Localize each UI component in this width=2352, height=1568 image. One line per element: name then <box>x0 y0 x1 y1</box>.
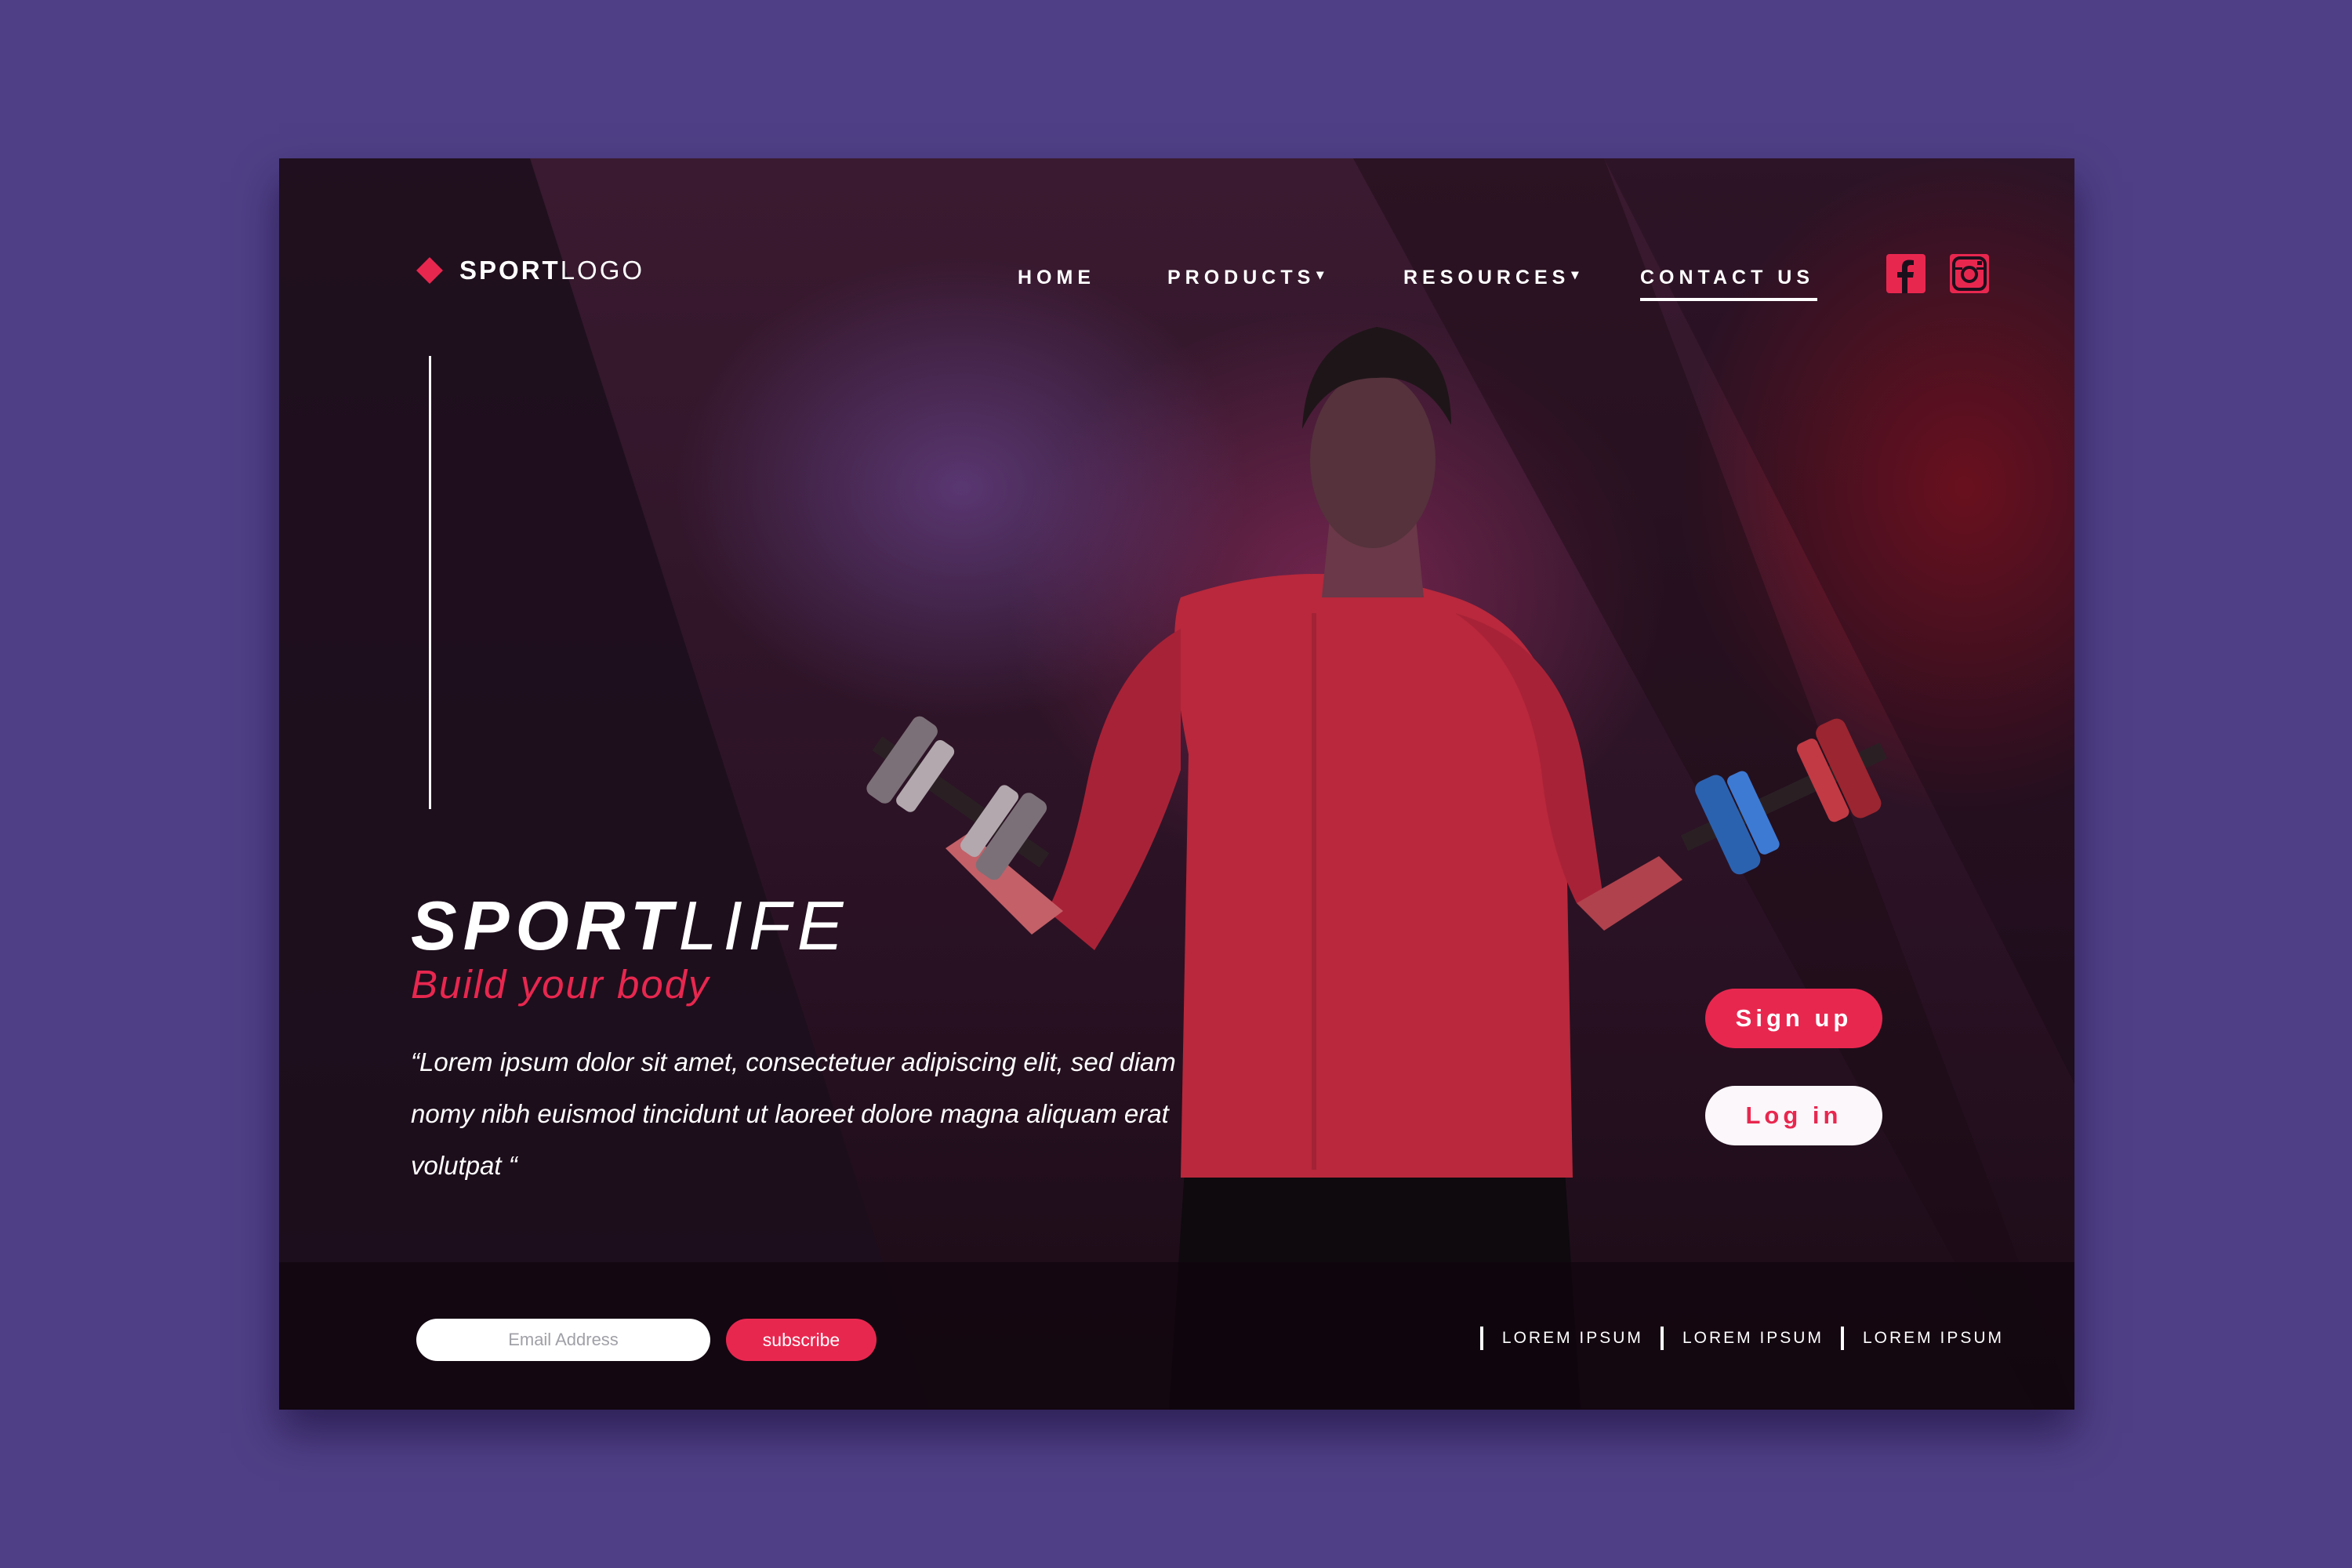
email-input[interactable] <box>416 1319 710 1361</box>
footer-link-divider <box>1840 1327 1844 1350</box>
caret-down-icon: ▾ <box>1316 267 1324 282</box>
footer-link-label: LOREM IPSUM <box>1682 1329 1824 1347</box>
main-navigation: HOME PRODUCTS ▾ RESOURCES ▾ CONTACT US <box>279 267 2074 314</box>
footer: subscribe LOREM IPSUM LOREM IPSUM LOREM … <box>279 1262 2074 1410</box>
footer-links: LOREM IPSUM LOREM IPSUM LOREM IPSUM <box>1463 1327 2004 1350</box>
nav-contact-label: CONTACT US <box>1640 267 1815 289</box>
hero-subtitle: Build your body <box>411 962 710 1007</box>
nav-home[interactable]: HOME <box>1018 267 1095 289</box>
log-in-button[interactable]: Log in <box>1705 1086 1882 1145</box>
subscribe-button[interactable]: subscribe <box>726 1319 877 1361</box>
nav-products[interactable]: PRODUCTS ▾ <box>1167 267 1323 289</box>
athlete-figure <box>866 327 1887 1410</box>
nav-contact-us[interactable]: CONTACT US <box>1640 267 1814 289</box>
decorative-vertical-line <box>429 356 431 809</box>
landing-page: SPORTLOGO HOME PRODUCTS ▾ RESOURCES ▾ CONT… <box>279 158 2074 1410</box>
footer-link[interactable]: LOREM IPSUM <box>1479 1327 1643 1350</box>
hero-quote: “Lorem ipsum dolor sit amet, consectetue… <box>411 1047 1176 1180</box>
hero-title-bold: SPORT <box>411 887 679 964</box>
nav-products-label: PRODUCTS <box>1167 267 1316 289</box>
active-nav-underline <box>1640 298 1817 301</box>
footer-link-divider <box>1479 1327 1483 1350</box>
footer-link-label: LOREM IPSUM <box>1862 1329 2004 1347</box>
sign-up-button[interactable]: Sign up <box>1705 989 1882 1048</box>
nav-resources-label: RESOURCES <box>1403 267 1570 289</box>
instagram-icon[interactable] <box>1950 254 1989 293</box>
nav-home-label: HOME <box>1018 267 1095 289</box>
footer-link[interactable]: LOREM IPSUM <box>1660 1327 1824 1350</box>
footer-link-divider <box>1660 1327 1664 1350</box>
caret-down-icon: ▾ <box>1571 267 1579 282</box>
hero-title: SPORTLIFE <box>411 886 849 966</box>
footer-link-label: LOREM IPSUM <box>1501 1329 1643 1347</box>
hero-title-light: LIFE <box>678 887 850 964</box>
footer-link[interactable]: LOREM IPSUM <box>1840 1327 2004 1350</box>
nav-resources[interactable]: RESOURCES ▾ <box>1403 267 1578 289</box>
facebook-icon[interactable] <box>1886 254 1926 293</box>
